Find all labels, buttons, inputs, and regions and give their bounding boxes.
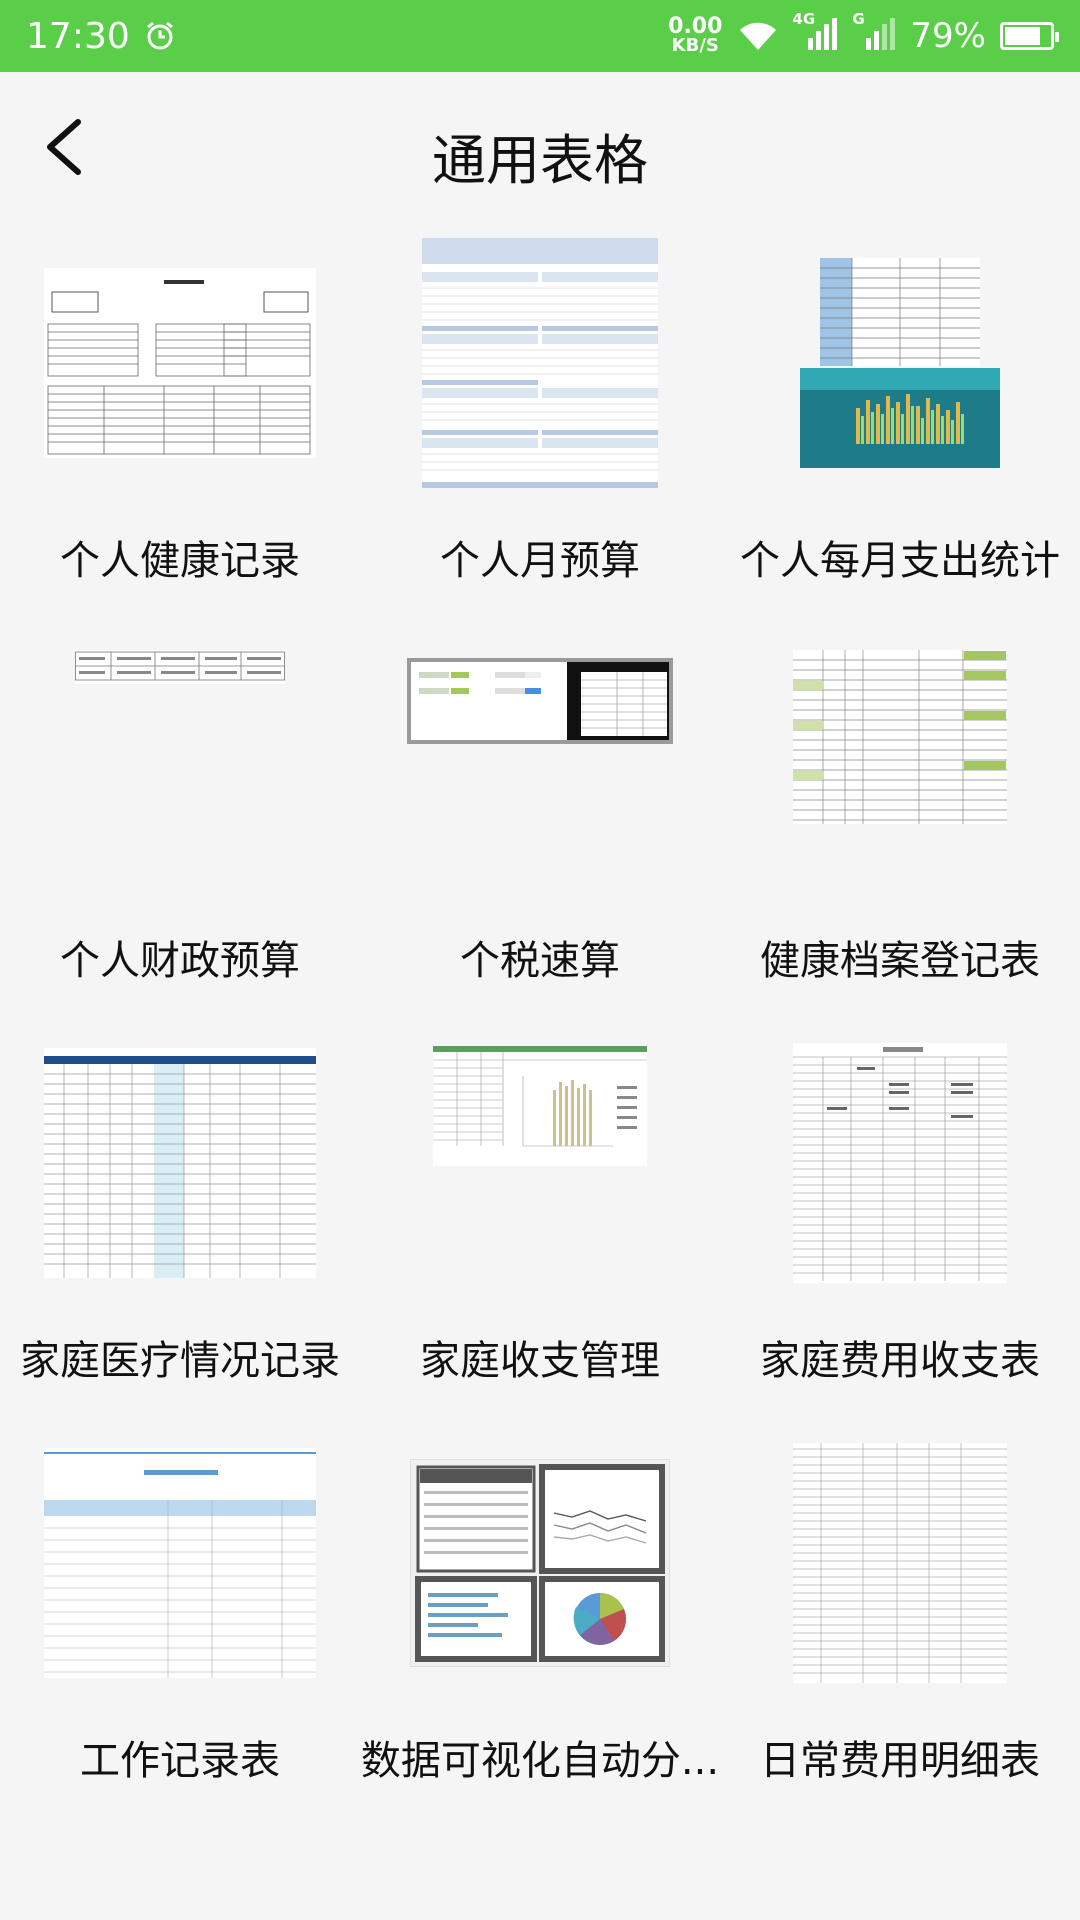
battery-icon [1000,22,1059,50]
page-title: 通用表格 [432,129,648,192]
template-card[interactable]: 个人财政预算 [0,620,360,1020]
wifi-icon [740,22,777,50]
template-label: 工作记录表 [80,1738,280,1784]
template-label: 数据可视化自动分... [360,1738,720,1784]
template-thumbnail [760,238,1040,488]
template-thumbnail [40,238,320,488]
template-thumbnail [40,650,320,900]
template-card[interactable]: 家庭费用收支表 [720,1020,1080,1420]
template-label: 健康档案登记表 [760,938,1040,984]
status-bar: 17:30 0.00 KB/S 4G G 79% [0,0,1080,72]
template-card[interactable]: 数据可视化自动分... [360,1420,720,1820]
template-label: 个人财政预算 [60,938,300,984]
template-card[interactable]: 健康档案登记表 [720,620,1080,1020]
template-label: 个税速算 [460,938,620,984]
alarm-clock-icon [146,21,173,50]
template-card[interactable]: 个人每月支出统计 [720,220,1080,620]
template-thumbnail [760,1438,1040,1688]
template-thumbnail [40,1438,320,1688]
template-label: 个人每月支出统计 [740,538,1060,584]
template-card[interactable]: 家庭收支管理 [360,1020,720,1420]
template-card[interactable]: 工作记录表 [0,1420,360,1820]
template-card[interactable]: 家庭医疗情况记录 [0,1020,360,1420]
template-label: 个人健康记录 [60,538,300,584]
template-thumbnail [760,1038,1040,1288]
signal-g: G [852,10,896,56]
template-label: 家庭收支管理 [420,1338,660,1384]
signal-4g: 4G [792,10,838,56]
template-card[interactable]: 个人月预算 [360,220,720,620]
template-thumbnail [760,650,1040,900]
template-label: 日常费用明细表 [760,1738,1040,1784]
status-time: 17:30 [26,15,130,57]
title-bar: 通用表格 [0,72,1080,220]
template-thumbnail [400,1046,680,1296]
template-thumbnail [400,1438,680,1688]
template-thumbnail [400,238,680,488]
template-thumbnail [400,658,680,908]
template-card[interactable]: 个人健康记录 [0,220,360,620]
template-card[interactable]: 个税速算 [360,620,720,1020]
template-label: 家庭费用收支表 [760,1338,1040,1384]
template-label: 家庭医疗情况记录 [20,1338,340,1384]
template-thumbnail [40,1038,320,1288]
template-card[interactable]: 日常费用明细表 [720,1420,1080,1820]
battery-percent: 79% [910,16,986,56]
network-speed: 0.00 KB/S [668,14,723,56]
template-label: 个人月预算 [440,538,640,584]
